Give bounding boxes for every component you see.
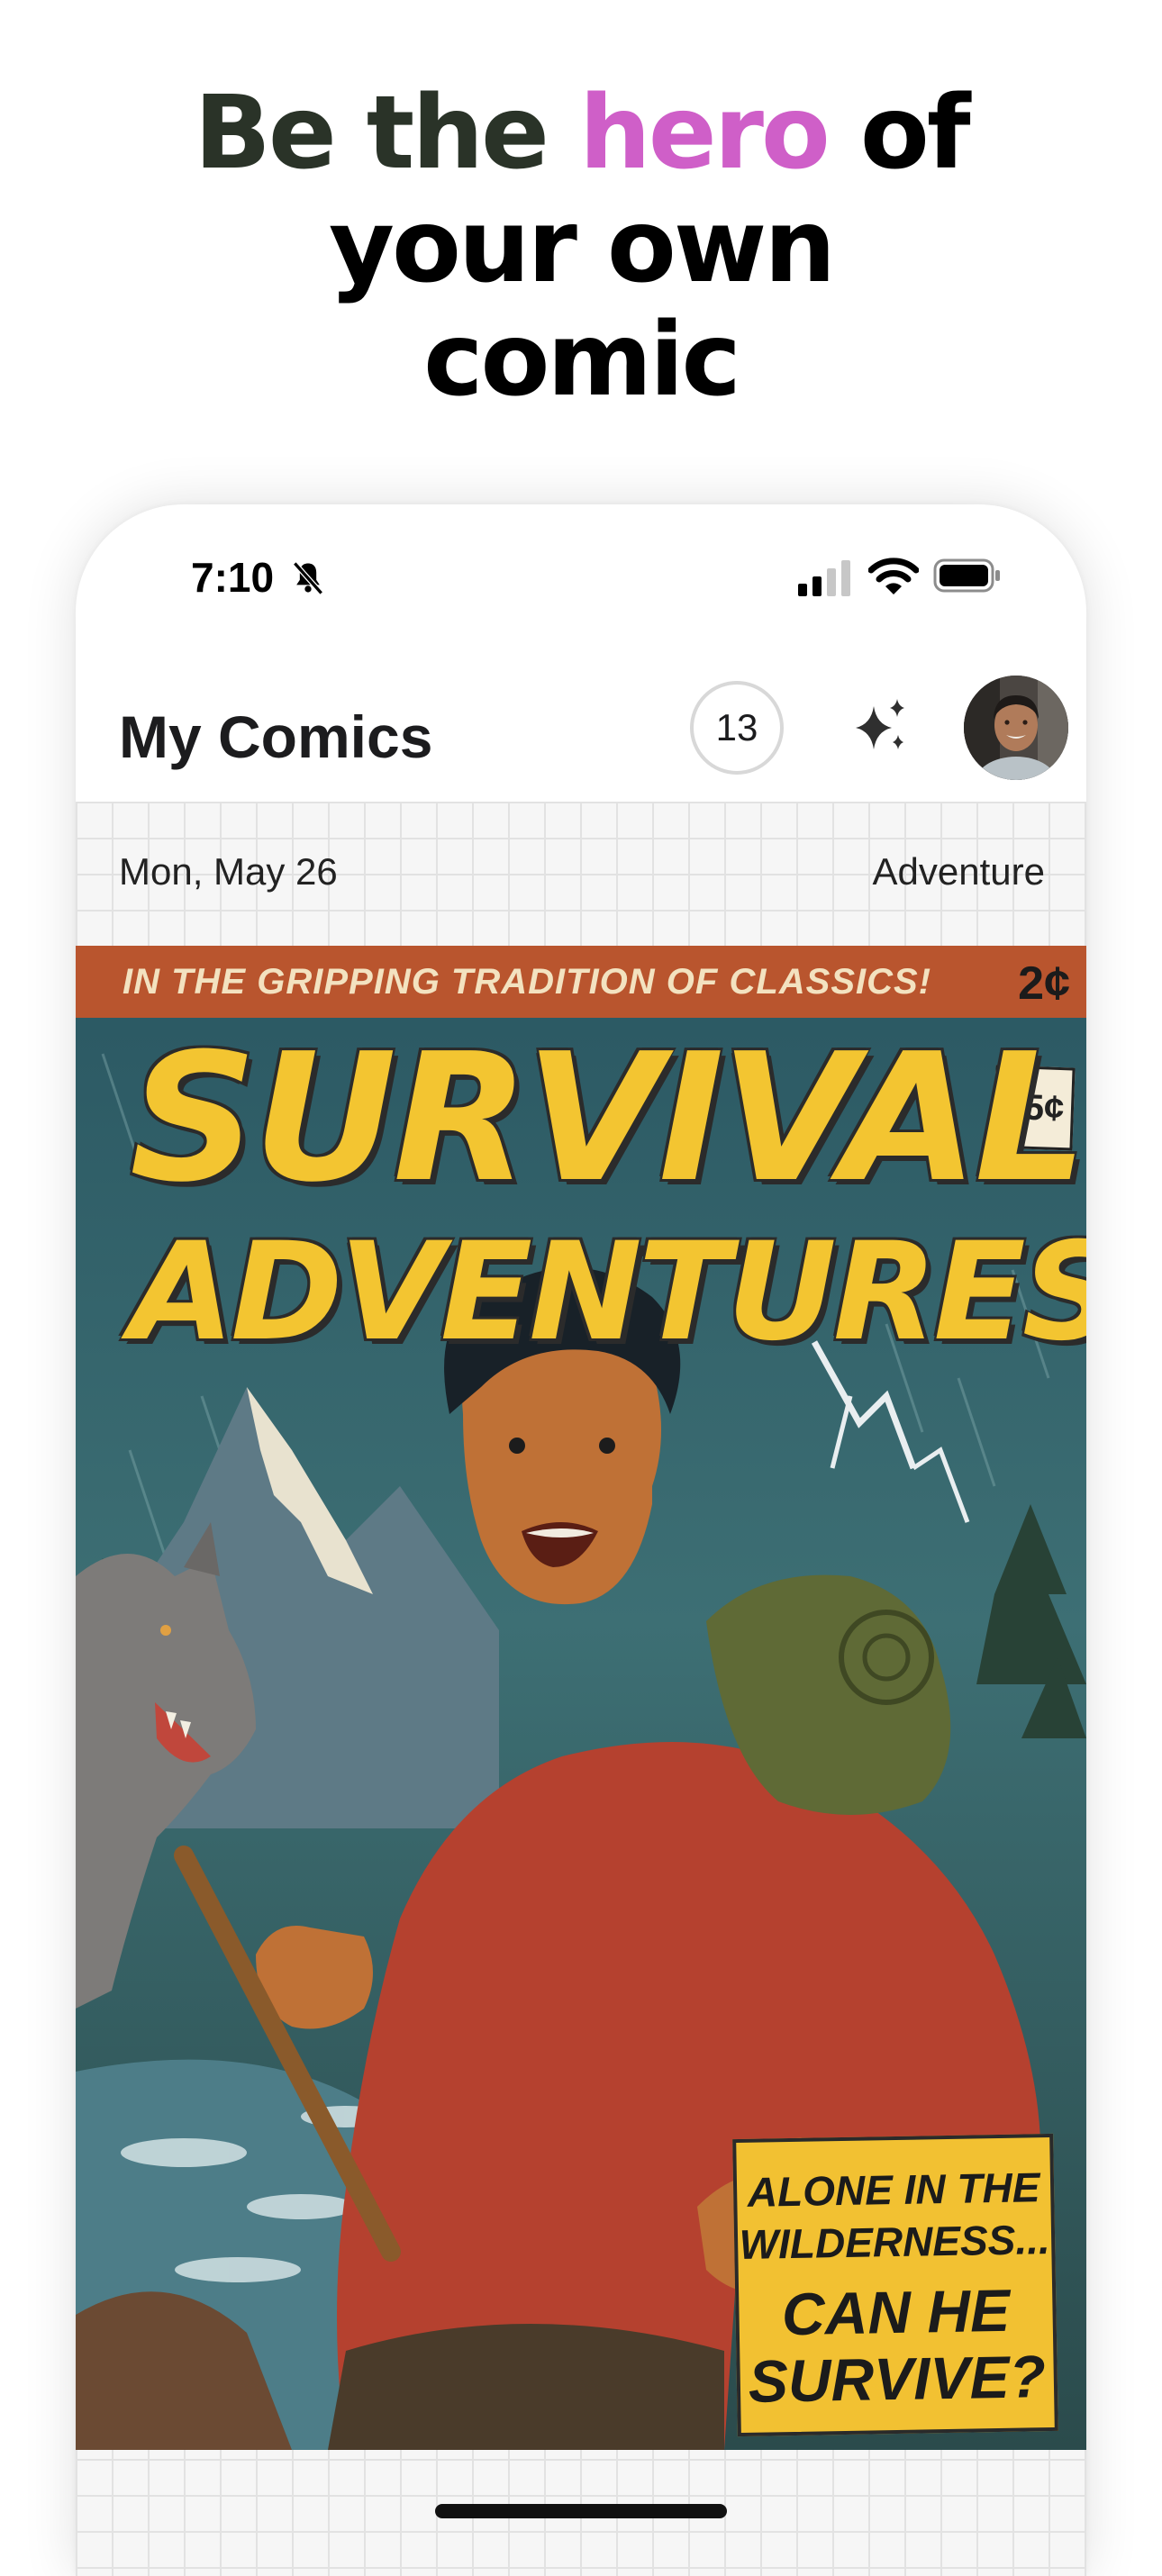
sparkles-icon[interactable] — [849, 694, 913, 758]
headline-text: Be the — [194, 75, 579, 192]
caption-line-1: ALONE IN THE WILDERNESS... — [737, 2161, 1052, 2271]
comic-cover[interactable]: IN THE GRIPPING TRADITION OF CLASSICS! 2… — [76, 946, 1086, 2450]
status-time: 7:10 — [191, 554, 275, 601]
wifi-icon — [868, 558, 919, 594]
headline-accent-word: hero — [579, 75, 831, 192]
comic-genre: Adventure — [872, 850, 1045, 893]
promo-headline: Be the hero of your own comic — [0, 77, 1162, 417]
comic-count-badge[interactable]: 13 — [690, 681, 784, 775]
cover-title-line-1: SURVIVAL — [130, 1016, 1086, 1221]
app-header: My Comics 13 — [76, 658, 1086, 802]
cover-title-line-2: ADVENTURES — [130, 1214, 1086, 1371]
headline-line-1: Be the hero of — [0, 77, 1162, 190]
headline-text: of — [827, 75, 971, 192]
avatar-photo — [964, 676, 1068, 780]
comic-date: Mon, May 26 — [119, 850, 338, 893]
user-avatar[interactable] — [964, 676, 1068, 780]
cover-banner-text: IN THE GRIPPING TRADITION OF CLASSICS! — [123, 961, 932, 1002]
cover-caption-box: ALONE IN THE WILDERNESS... CAN HE SURVIVE? — [732, 2133, 1058, 2437]
phone-frame: 7:10 My Comics 13 Mon, May 26 Adventure … — [76, 504, 1086, 2576]
cover-banner-price: 2¢ — [1018, 957, 1070, 1010]
status-bar: 7:10 — [76, 504, 1086, 658]
headline-line-2: your own — [328, 188, 836, 305]
caption-text: SURVIVE? — [748, 2343, 1047, 2415]
page-title: My Comics — [119, 703, 433, 770]
comic-feed: Mon, May 26 Adventure IN THE GRIPPING TR… — [76, 802, 1086, 2576]
home-indicator[interactable] — [435, 2504, 727, 2518]
cellular-signal-icon — [798, 560, 850, 596]
caption-text: CAN HE — [781, 2276, 1011, 2348]
caption-line-2: CAN HE SURVIVE? — [739, 2276, 1055, 2415]
bell-slash-icon — [293, 561, 323, 595]
headline-line-3: comic — [423, 302, 741, 419]
cover-banner: IN THE GRIPPING TRADITION OF CLASSICS! 2… — [76, 946, 1086, 1018]
battery-icon — [933, 558, 1000, 593]
caption-text: WILDERNESS... — [739, 2216, 1051, 2269]
caption-text: ALONE IN THE — [747, 2163, 1040, 2216]
